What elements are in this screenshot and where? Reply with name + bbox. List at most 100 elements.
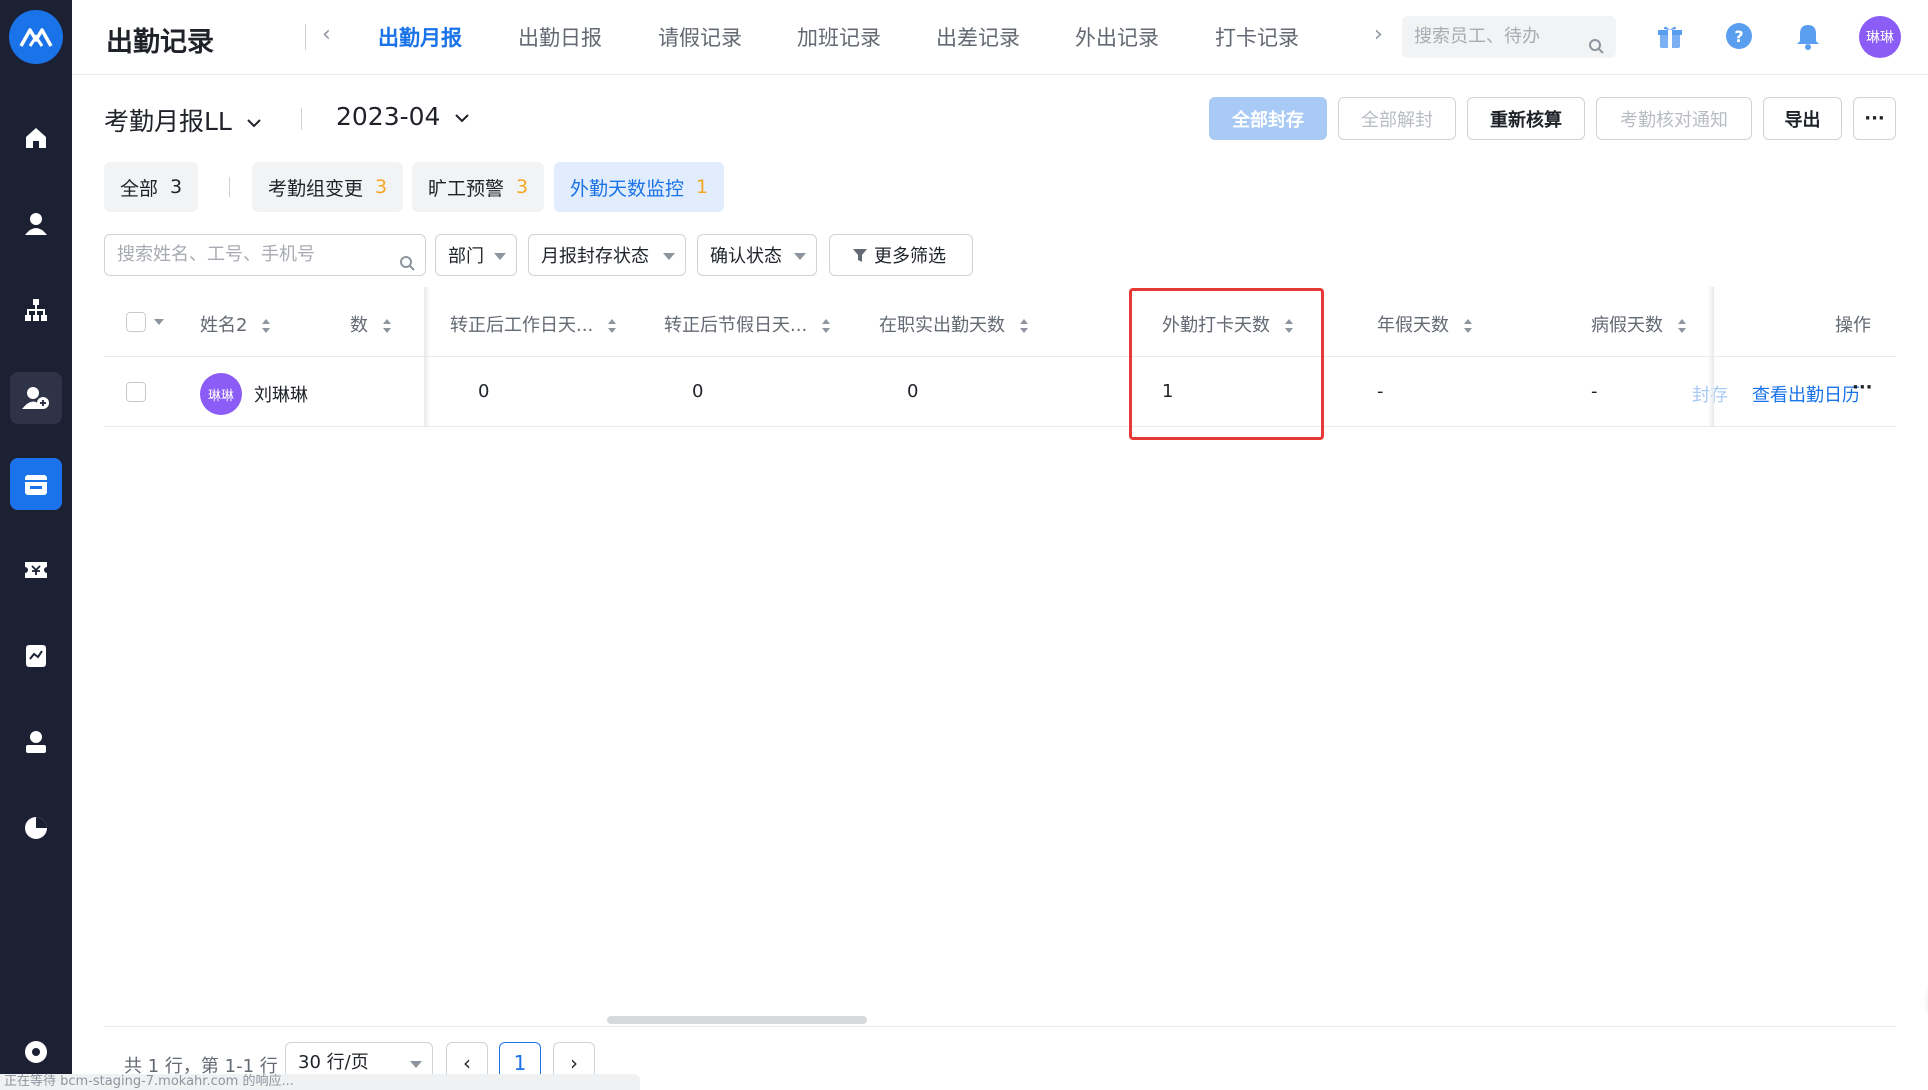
divider	[104, 1026, 1896, 1027]
dropdown-label: 确认状态	[710, 246, 782, 267]
top-search-input[interactable]: 搜索员工、待办	[1402, 16, 1616, 58]
caret-down-icon	[494, 253, 506, 260]
view-calendar-link[interactable]: 查看出勤日历	[1752, 381, 1860, 407]
help-icon[interactable]: ?	[1721, 18, 1757, 54]
ticket-icon[interactable]	[10, 544, 62, 596]
tab-overtime-records[interactable]: 加班记录	[797, 22, 881, 52]
chip-count: 3	[375, 176, 388, 198]
filter-icon	[853, 249, 867, 262]
col-name[interactable]: 姓名2	[200, 311, 271, 337]
user-card-icon[interactable]	[10, 716, 62, 768]
user-icon[interactable]	[10, 198, 62, 250]
department-dropdown[interactable]: 部门	[435, 234, 517, 276]
chip-all[interactable]: 全部 3	[104, 162, 199, 212]
seal-all-button[interactable]: 全部封存	[1209, 97, 1327, 140]
fixed-column-shadow	[1708, 287, 1714, 427]
search-placeholder: 搜索姓名、工号、手机号	[117, 244, 315, 265]
chip-count: 3	[516, 176, 529, 198]
sort-icon	[382, 319, 391, 333]
caret-down-icon	[794, 253, 806, 260]
report-title: 考勤月报LL	[104, 107, 232, 136]
svg-text:?: ?	[1734, 27, 1743, 46]
report-selector[interactable]: 考勤月报LL	[104, 102, 262, 138]
notify-button[interactable]: 考勤核对通知	[1596, 97, 1752, 140]
chip-label: 考勤组变更	[268, 177, 364, 200]
dropdown-label: 部门	[448, 246, 484, 267]
tab-clock-records[interactable]: 打卡记录	[1215, 22, 1299, 52]
more-filters-button[interactable]: 更多筛选	[829, 234, 973, 276]
table-header: 姓名2 数 转正后工作日天... 转正后节假日天... 在职实出勤天数 外勤打卡…	[104, 287, 1896, 357]
col-label: 在职实出勤天数	[879, 315, 1005, 336]
search-icon	[1588, 28, 1604, 70]
seal-status-dropdown[interactable]: 月报封存状态	[528, 234, 686, 276]
cell-work-days-after: 0	[478, 381, 490, 402]
caret-down-icon	[410, 1061, 422, 1068]
pie-chart-icon[interactable]	[10, 802, 62, 854]
chart-icon[interactable]	[10, 630, 62, 682]
chip-count: 1	[696, 176, 709, 198]
chip-field-days-monitor[interactable]: 外勤天数监控 1	[554, 162, 725, 212]
col-label: 转正后工作日天...	[450, 315, 594, 336]
divider	[301, 108, 302, 130]
col-label: 数	[350, 315, 368, 336]
sort-icon	[821, 319, 830, 333]
col-sick-leave[interactable]: 病假天数	[1591, 311, 1687, 337]
page-title: 出勤记录	[106, 27, 214, 58]
col-truncated[interactable]: 数	[350, 311, 392, 337]
tab-daily-report[interactable]: 出勤日报	[518, 22, 602, 52]
sort-icon	[1463, 319, 1472, 333]
highlight-box	[1129, 288, 1324, 440]
sort-icon	[607, 319, 616, 333]
unseal-all-button[interactable]: 全部解封	[1338, 97, 1456, 140]
chevron-down-icon	[247, 119, 261, 128]
col-ops: 操作	[1835, 315, 1871, 336]
chip-label: 全部	[120, 177, 159, 200]
gift-icon[interactable]	[1652, 18, 1688, 54]
col-annual-leave[interactable]: 年假天数	[1377, 311, 1473, 337]
col-work-days-after[interactable]: 转正后工作日天...	[450, 311, 617, 337]
col-actual-days[interactable]: 在职实出勤天数	[879, 311, 1029, 337]
chip-absence-warning[interactable]: 旷工预警 3	[412, 162, 545, 212]
bell-icon[interactable]	[1790, 18, 1826, 54]
caret-down-icon[interactable]	[153, 318, 165, 326]
export-button[interactable]: 导出	[1763, 97, 1842, 140]
tabs-next-icon[interactable]: ›	[1374, 22, 1383, 47]
user-add-icon[interactable]	[10, 372, 62, 424]
chevron-down-icon	[455, 114, 470, 123]
org-chart-icon[interactable]	[10, 284, 62, 336]
select-all-checkbox[interactable]	[126, 312, 146, 332]
dropdown-label: 月报封存状态	[541, 246, 649, 267]
user-avatar[interactable]: 琳琳	[1859, 16, 1901, 58]
row-checkbox[interactable]	[126, 382, 146, 402]
tab-monthly-report[interactable]: 出勤月报	[378, 22, 462, 52]
sidebar	[0, 0, 72, 1090]
col-label: 转正后节假日天...	[664, 315, 808, 336]
chip-label: 旷工预警	[428, 177, 505, 200]
tab-leave-records[interactable]: 请假记录	[658, 22, 742, 52]
employee-search-input[interactable]: 搜索姓名、工号、手机号	[104, 234, 426, 276]
more-actions-button[interactable]: ···	[1853, 97, 1896, 140]
page-size-value: 30 行/页	[298, 1052, 369, 1073]
logo-icon[interactable]	[9, 10, 63, 64]
sort-icon	[1019, 319, 1028, 333]
tab-business-trip-records[interactable]: 出差记录	[936, 22, 1020, 52]
home-icon[interactable]	[10, 112, 62, 164]
settings-icon[interactable]	[10, 1026, 62, 1078]
month-selector[interactable]: 2023-04	[336, 102, 470, 131]
confirm-status-dropdown[interactable]: 确认状态	[697, 234, 817, 276]
sort-icon	[1677, 319, 1686, 333]
recalculate-button[interactable]: 重新核算	[1467, 97, 1585, 140]
chip-count: 3	[170, 176, 183, 198]
employee-name[interactable]: 刘琳琳	[254, 381, 308, 407]
month-value: 2023-04	[336, 102, 441, 131]
avatar: 琳琳	[200, 373, 242, 415]
calendar-icon[interactable]	[10, 458, 62, 510]
browser-status-bar: 正在等待 bcm-staging-7.mokahr.com 的响应...	[0, 1074, 640, 1090]
col-holiday-days-after[interactable]: 转正后节假日天...	[664, 311, 831, 337]
row-more-button[interactable]: ···	[1852, 377, 1873, 398]
tab-outing-records[interactable]: 外出记录	[1075, 22, 1159, 52]
horizontal-scrollbar[interactable]	[607, 1016, 867, 1024]
tabs-prev-icon[interactable]: ‹	[322, 22, 331, 47]
chip-group-change[interactable]: 考勤组变更 3	[252, 162, 404, 212]
cell-holiday-days-after: 0	[692, 381, 704, 402]
